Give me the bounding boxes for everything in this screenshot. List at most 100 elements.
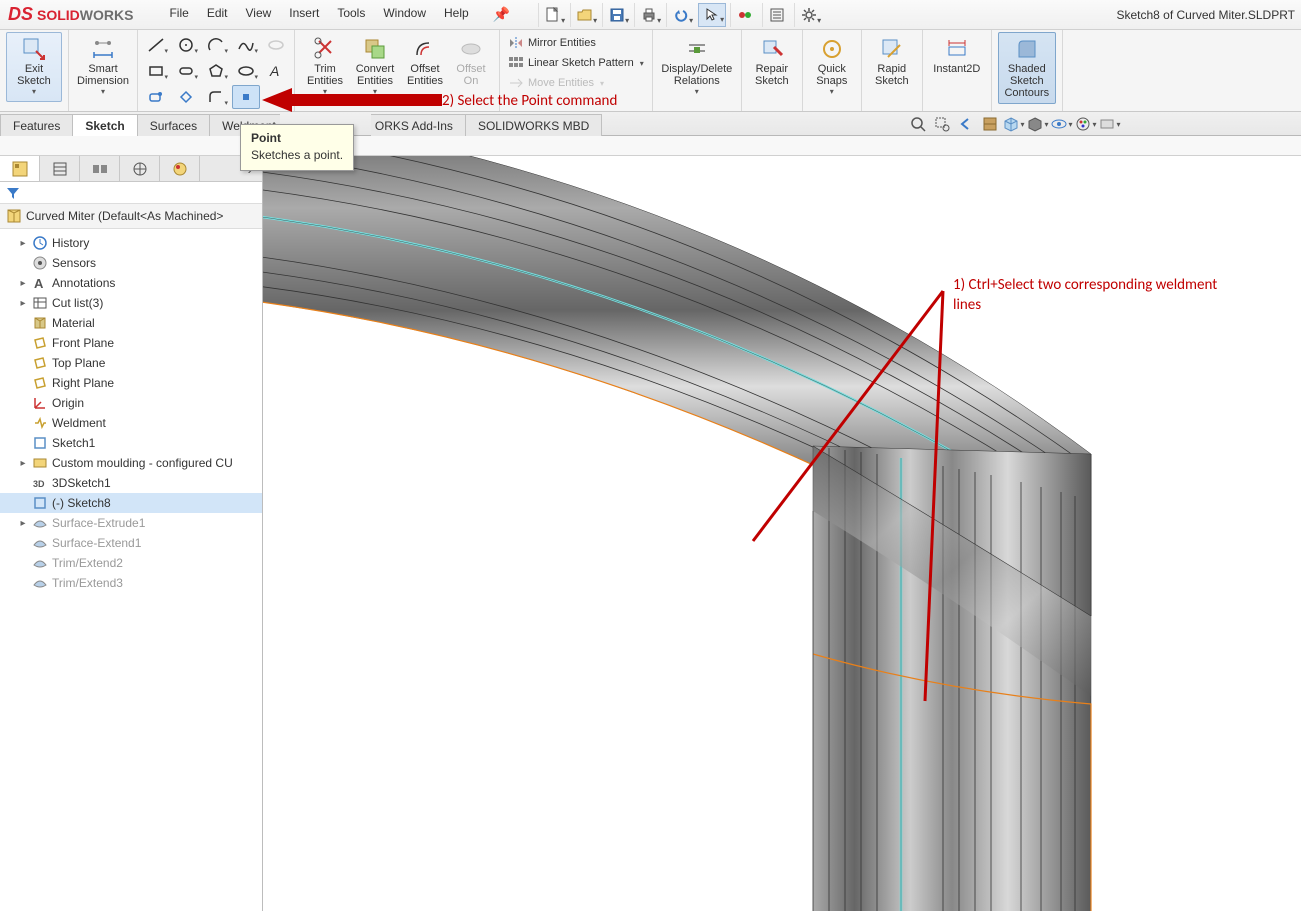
tree-node-history[interactable]: ▸History: [0, 233, 262, 253]
display-delete-relations-button[interactable]: Display/Delete Relations▾: [659, 32, 735, 102]
exit-sketch-button[interactable]: Exit Sketch ▾: [6, 32, 62, 102]
text-tool[interactable]: A: [262, 59, 290, 83]
menu-help[interactable]: Help: [436, 2, 477, 27]
tab-mbd[interactable]: SOLIDWORKS MBD: [465, 114, 602, 136]
display-manager-tab[interactable]: [160, 156, 200, 181]
view-orientation-icon[interactable]: [1003, 114, 1025, 134]
tree-node-cut-list-3[interactable]: ▸Cut list(3): [0, 293, 262, 313]
part-icon: [6, 208, 22, 224]
svg-text:A: A: [269, 63, 279, 79]
open-doc-button[interactable]: ▾: [570, 3, 598, 27]
edit-appearance-icon[interactable]: [1075, 114, 1097, 134]
tree-node-custom-moulding-configured-cu[interactable]: ▸Custom moulding - configured CU: [0, 453, 262, 473]
title-bar: DS SOLIDWORKS File Edit View Insert Tool…: [0, 0, 1301, 30]
tree-node-weldment[interactable]: Weldment: [0, 413, 262, 433]
menu-bar: File Edit View Insert Tools Window Help …: [161, 2, 518, 27]
options-list-button[interactable]: [762, 3, 790, 27]
section-view-icon[interactable]: [979, 114, 1001, 134]
tree-node-sketch1[interactable]: Sketch1: [0, 433, 262, 453]
plane-tool[interactable]: [142, 85, 170, 109]
tree-node-sketch8[interactable]: (-) Sketch8: [0, 493, 262, 513]
menu-view[interactable]: View: [238, 2, 280, 27]
repair-sketch-button[interactable]: Repair Sketch: [748, 32, 796, 92]
annotation-2: 2) Select the Point command: [442, 92, 617, 110]
ribbon: Exit Sketch ▾ Smart Dimension ▾ ▾ ▾ ▾ ▾ …: [0, 30, 1301, 112]
menu-edit[interactable]: Edit: [199, 2, 236, 27]
feature-manager-thin-bar: [0, 136, 1301, 156]
annotation-arrow-icon: [262, 88, 442, 115]
rectangle-tool[interactable]: ▾: [142, 59, 170, 83]
line-tool[interactable]: ▾: [142, 33, 170, 57]
undo-button[interactable]: ▾: [666, 3, 694, 27]
spline-tool[interactable]: ▾: [232, 33, 260, 57]
pin-icon[interactable]: 📌: [485, 2, 518, 27]
filter-bar[interactable]: [0, 182, 262, 204]
point-tool[interactable]: [232, 85, 260, 109]
tab-surfaces[interactable]: Surfaces: [137, 114, 210, 136]
tree-node-front-plane[interactable]: Front Plane: [0, 333, 262, 353]
menu-tools[interactable]: Tools: [329, 2, 373, 27]
brand-solid: SOLID: [37, 7, 80, 23]
tree-node-top-plane[interactable]: Top Plane: [0, 353, 262, 373]
tree-node-3dsketch1[interactable]: 3D3DSketch1: [0, 473, 262, 493]
property-manager-tab[interactable]: [40, 156, 80, 181]
smart-dimension-button[interactable]: Smart Dimension ▾: [75, 32, 131, 102]
feature-manager-panel: › Curved Miter (Default<As Machined> ▸Hi…: [0, 156, 263, 911]
tree-node-right-plane[interactable]: Right Plane: [0, 373, 262, 393]
polygon-tool[interactable]: ▾: [202, 59, 230, 83]
print-button[interactable]: ▾: [634, 3, 662, 27]
graphics-viewport[interactable]: 1) Ctrl+Select two corresponding weldmen…: [263, 156, 1301, 911]
zoom-fit-icon[interactable]: [907, 114, 929, 134]
new-doc-button[interactable]: ▾: [538, 3, 566, 27]
point-tooltip: Point Sketches a point.: [240, 124, 354, 171]
ellipse-tool[interactable]: [262, 33, 290, 57]
command-manager-tabs: Features Sketch Surfaces Weldment ORKS A…: [0, 112, 1301, 136]
feature-manager-tabs: ›: [0, 156, 262, 182]
tab-sketch[interactable]: Sketch: [72, 114, 137, 136]
main-area: › Curved Miter (Default<As Machined> ▸Hi…: [0, 156, 1301, 911]
polygon2-tool[interactable]: [172, 85, 200, 109]
quick-snaps-button[interactable]: Quick Snaps▾: [809, 32, 855, 102]
app-logo: DS SOLIDWORKS: [0, 4, 141, 25]
ellipse2-tool[interactable]: ▾: [232, 59, 260, 83]
tree-root-node[interactable]: Curved Miter (Default<As Machined>: [0, 204, 262, 229]
mirror-entities-button[interactable]: Mirror Entities: [506, 34, 646, 52]
apply-scene-icon[interactable]: [1099, 114, 1121, 134]
arc-tool[interactable]: ▾: [202, 33, 230, 57]
heads-up-toolbar: [907, 114, 1121, 134]
save-button[interactable]: ▾: [602, 3, 630, 27]
tab-addins[interactable]: ORKS Add-Ins: [371, 114, 466, 136]
select-button[interactable]: ▾: [698, 3, 726, 27]
tree-node-surface-extrude1[interactable]: ▸Surface-Extrude1: [0, 513, 262, 533]
rapid-sketch-button[interactable]: Rapid Sketch: [868, 32, 916, 92]
tree-node-origin[interactable]: Origin: [0, 393, 262, 413]
tree-node-sensors[interactable]: Sensors: [0, 253, 262, 273]
menu-insert[interactable]: Insert: [281, 2, 327, 27]
shaded-sketch-contours-button[interactable]: Shaded Sketch Contours: [998, 32, 1056, 104]
tree-node-trim-extend2[interactable]: Trim/Extend2: [0, 553, 262, 573]
slot-tool[interactable]: ▾: [172, 59, 200, 83]
display-style-icon[interactable]: [1027, 114, 1049, 134]
move-entities-button[interactable]: Move Entities▾: [506, 74, 646, 92]
tree-node-annotations[interactable]: ▸AAnnotations: [0, 273, 262, 293]
feature-tree-tab[interactable]: [0, 156, 40, 181]
fillet-tool[interactable]: ▾: [202, 85, 230, 109]
rebuild-button[interactable]: [730, 3, 758, 27]
options-gear-button[interactable]: ▾: [794, 3, 822, 27]
instant2d-button[interactable]: Instant2D: [929, 32, 985, 80]
tree-node-surface-extend1[interactable]: Surface-Extend1: [0, 533, 262, 553]
linear-pattern-button[interactable]: Linear Sketch Pattern▾: [506, 54, 646, 72]
tree-node-trim-extend3[interactable]: Trim/Extend3: [0, 573, 262, 593]
ds-logo-icon: DS: [8, 4, 33, 25]
hide-show-icon[interactable]: [1051, 114, 1073, 134]
previous-view-icon[interactable]: [955, 114, 977, 134]
configuration-manager-tab[interactable]: [80, 156, 120, 181]
menu-file[interactable]: File: [161, 2, 196, 27]
zoom-area-icon[interactable]: [931, 114, 953, 134]
tree-node-material-not-specified[interactable]: Material: [0, 313, 262, 333]
dimxpert-tab[interactable]: [120, 156, 160, 181]
circle-tool[interactable]: ▾: [172, 33, 200, 57]
brand-works: WORKS: [80, 7, 134, 23]
menu-window[interactable]: Window: [375, 2, 434, 27]
tab-features[interactable]: Features: [0, 114, 73, 136]
